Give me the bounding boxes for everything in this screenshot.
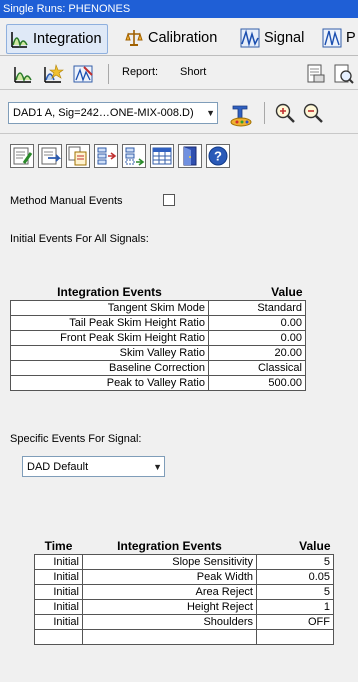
report-label: Report: bbox=[122, 66, 159, 78]
table-row: Initial Slope Sensitivity 5 bbox=[34, 554, 334, 570]
edit-events-button[interactable] bbox=[10, 144, 34, 168]
exit-door-icon[interactable] bbox=[178, 144, 202, 168]
table-row: Tail Peak Skim Height Ratio 0.00 bbox=[10, 315, 306, 331]
table-view-button[interactable] bbox=[150, 144, 174, 168]
zoom-out-icon[interactable] bbox=[302, 102, 324, 124]
tab-peak[interactable]: P bbox=[322, 24, 356, 52]
peak-icon bbox=[322, 28, 342, 48]
event-value-cell[interactable]: Classical bbox=[208, 360, 306, 376]
tab-label: Integration bbox=[33, 31, 102, 47]
column-header: Integration Events bbox=[117, 539, 222, 553]
event-name-cell[interactable]: Peak to Valley Ratio bbox=[10, 375, 209, 391]
tab-label: P bbox=[346, 30, 356, 46]
window-title: Single Runs: PHENONES bbox=[0, 0, 358, 18]
tab-bar: Integration Calibration Signal P bbox=[0, 20, 358, 56]
table-row: Initial Shoulders OFF bbox=[34, 614, 334, 630]
event-value-cell[interactable] bbox=[256, 629, 334, 645]
table-row: Baseline Correction Classical bbox=[10, 360, 306, 376]
integrate-button[interactable] bbox=[12, 63, 34, 85]
chevron-down-icon: ▼ bbox=[206, 108, 215, 118]
event-name-cell[interactable]: Tangent Skim Mode bbox=[10, 300, 209, 316]
time-cell[interactable] bbox=[34, 629, 83, 645]
event-name-cell[interactable]: Tail Peak Skim Height Ratio bbox=[10, 315, 209, 331]
table-row bbox=[34, 629, 334, 645]
initial-events-table: Integration Events Value Tangent Skim Mo… bbox=[10, 284, 306, 391]
table-row: Initial Height Reject 1 bbox=[34, 599, 334, 615]
tab-label: Calibration bbox=[148, 30, 218, 46]
event-value-cell[interactable]: 0.05 bbox=[256, 569, 334, 585]
event-name-cell[interactable]: Slope Sensitivity bbox=[82, 554, 257, 570]
table-row: Front Peak Skim Height Ratio 0.00 bbox=[10, 330, 306, 346]
table-row: Initial Peak Width 0.05 bbox=[34, 569, 334, 585]
preview-report-button[interactable] bbox=[332, 63, 354, 85]
event-name-cell[interactable]: Skim Valley Ratio bbox=[10, 345, 209, 361]
signal-events-select-value: DAD Default bbox=[27, 461, 89, 473]
event-name-cell[interactable]: Height Reject bbox=[82, 599, 257, 615]
signal-icon bbox=[240, 28, 260, 48]
table-row: Skim Valley Ratio 20.00 bbox=[10, 345, 306, 361]
display-settings-button[interactable] bbox=[228, 101, 254, 127]
time-cell[interactable]: Initial bbox=[34, 584, 83, 600]
integration-icon bbox=[9, 29, 29, 49]
initial-events-heading: Initial Events For All Signals: bbox=[10, 233, 149, 245]
method-manual-events-label: Method Manual Events bbox=[10, 195, 123, 207]
column-header: Time bbox=[44, 539, 73, 553]
insert-row-button[interactable] bbox=[94, 144, 118, 168]
column-header: Value bbox=[271, 285, 303, 299]
time-cell[interactable]: Initial bbox=[34, 554, 83, 570]
auto-integrate-button[interactable] bbox=[42, 63, 64, 85]
event-name-cell[interactable] bbox=[82, 629, 257, 645]
signal-toolbar: DAD1 A, Sig=242…ONE-MIX-008.D) ▼ bbox=[0, 92, 358, 134]
event-value-cell[interactable]: 500.00 bbox=[208, 375, 306, 391]
tab-calibration[interactable]: Calibration bbox=[124, 24, 217, 52]
report-style-field[interactable]: Short bbox=[180, 66, 206, 78]
signal-events-select[interactable]: DAD Default ▼ bbox=[22, 456, 165, 477]
event-name-cell[interactable]: Shoulders bbox=[82, 614, 257, 630]
specific-events-heading: Specific Events For Signal: bbox=[10, 433, 142, 445]
event-name-cell[interactable]: Peak Width bbox=[82, 569, 257, 585]
table-row: Initial Area Reject 5 bbox=[34, 584, 334, 600]
svg-text:?: ? bbox=[214, 149, 222, 164]
copy-events-button[interactable] bbox=[66, 144, 90, 168]
event-value-cell[interactable]: 5 bbox=[256, 554, 334, 570]
table-row: Tangent Skim Mode Standard bbox=[10, 300, 306, 316]
event-value-cell[interactable]: 20.00 bbox=[208, 345, 306, 361]
column-header: Integration Events bbox=[57, 285, 162, 299]
toolbar-separator bbox=[264, 102, 265, 124]
append-row-button[interactable] bbox=[122, 144, 146, 168]
tab-label: Signal bbox=[264, 30, 305, 46]
time-cell[interactable]: Initial bbox=[34, 569, 83, 585]
time-cell[interactable]: Initial bbox=[34, 599, 83, 615]
event-value-cell[interactable]: Standard bbox=[208, 300, 306, 316]
event-name-cell[interactable]: Area Reject bbox=[82, 584, 257, 600]
table-row: Peak to Valley Ratio 500.00 bbox=[10, 375, 306, 391]
event-value-cell[interactable]: 5 bbox=[256, 584, 334, 600]
time-cell[interactable]: Initial bbox=[34, 614, 83, 630]
event-value-cell[interactable]: 0.00 bbox=[208, 315, 306, 331]
event-name-cell[interactable]: Baseline Correction bbox=[10, 360, 209, 376]
event-value-cell[interactable]: 0.00 bbox=[208, 330, 306, 346]
help-icon[interactable]: ? bbox=[206, 144, 230, 168]
method-manual-events-checkbox[interactable] bbox=[163, 194, 175, 206]
signal-select-value: DAD1 A, Sig=242…ONE-MIX-008.D) bbox=[13, 107, 194, 119]
calibration-icon bbox=[124, 28, 144, 48]
signal-select[interactable]: DAD1 A, Sig=242…ONE-MIX-008.D) ▼ bbox=[8, 102, 218, 124]
zoom-in-icon[interactable] bbox=[274, 102, 296, 124]
toolbar-separator bbox=[108, 64, 109, 84]
integration-events-button[interactable] bbox=[72, 63, 94, 85]
import-events-button[interactable] bbox=[38, 144, 62, 168]
event-value-cell[interactable]: 1 bbox=[256, 599, 334, 615]
event-name-cell[interactable]: Front Peak Skim Height Ratio bbox=[10, 330, 209, 346]
event-value-cell[interactable]: OFF bbox=[256, 614, 334, 630]
print-report-button[interactable] bbox=[304, 63, 326, 85]
column-header: Value bbox=[299, 539, 331, 553]
specific-events-table: Time Integration Events Value Initial Sl… bbox=[34, 538, 334, 645]
tab-signal[interactable]: Signal bbox=[240, 24, 304, 52]
report-toolbar: Report: Short bbox=[0, 58, 358, 90]
tab-integration[interactable]: Integration bbox=[6, 24, 108, 54]
chevron-down-icon: ▼ bbox=[153, 462, 162, 472]
